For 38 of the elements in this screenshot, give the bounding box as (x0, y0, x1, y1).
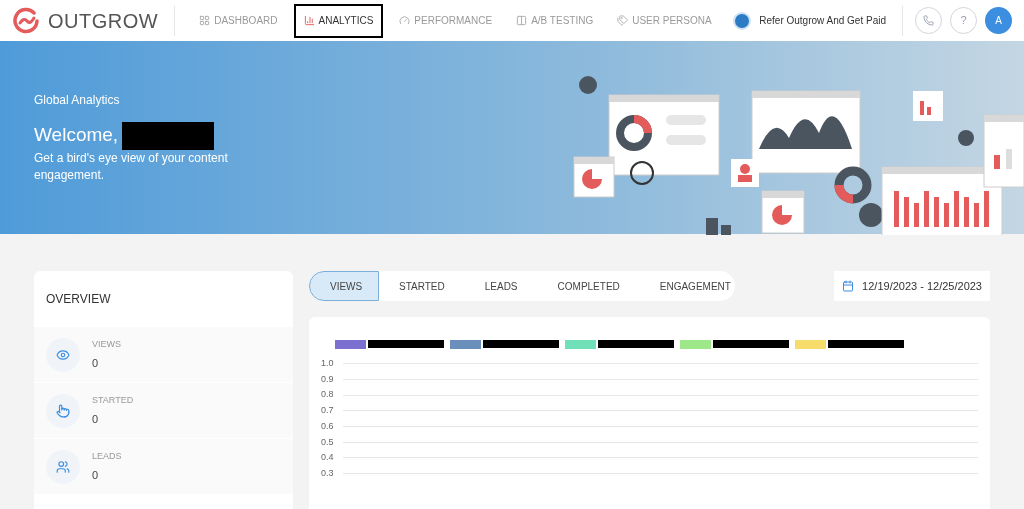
stat-label: VIEWS (92, 337, 121, 351)
stat-label: STARTED (92, 393, 134, 407)
refer-link[interactable]: Refer Outgrow And Get Paid (733, 5, 903, 36)
calendar-icon (842, 280, 855, 292)
metric-tab[interactable]: LEADS (464, 271, 538, 301)
pointer-icon (46, 393, 80, 428)
logo-icon (12, 6, 40, 35)
metric-tab[interactable]: COMPLETED (537, 271, 640, 301)
axis-label: 1.0 (321, 357, 335, 371)
axis-label: 0.3 (321, 466, 335, 480)
axis-label: 0.4 (321, 451, 335, 465)
stat-value: 0 (92, 356, 100, 371)
welcome-heading: Welcome, (34, 123, 119, 148)
overview-title: OVERVIEW (45, 291, 112, 308)
brand-name: OUTGROW (48, 8, 159, 34)
users-icon (46, 449, 80, 484)
axis-label: 0.5 (321, 435, 335, 449)
axis-label: 0.9 (321, 372, 335, 386)
eye-icon (46, 337, 80, 372)
axis-label: 0.7 (321, 404, 335, 418)
axis-label: 0.6 (321, 419, 335, 433)
gauge-icon (399, 15, 411, 26)
stat-value: 0 (92, 468, 100, 483)
metric-tab[interactable]: VIEWS (309, 271, 379, 301)
bar-chart-icon (303, 15, 315, 26)
banner-eyebrow: Global Analytics (34, 92, 121, 110)
date-range-picker[interactable]: 12/19/2023 - 12/25/2023 (834, 271, 990, 301)
banner-subtitle: Get a bird's eye view of your content engagement. (34, 149, 229, 184)
tag-icon (617, 15, 629, 26)
stat-label: LEADS (92, 449, 122, 463)
metric-tab[interactable]: ENGAGEMENT (639, 271, 751, 301)
metric-tab[interactable]: STARTED (379, 271, 465, 301)
grid-icon (199, 15, 211, 26)
stat-value: 0 (92, 412, 100, 427)
axis-label: 0.8 (321, 388, 335, 402)
phone-icon (923, 15, 934, 26)
columns-icon (516, 15, 528, 26)
nav-tab[interactable]: ANALYTICS (293, 3, 384, 38)
